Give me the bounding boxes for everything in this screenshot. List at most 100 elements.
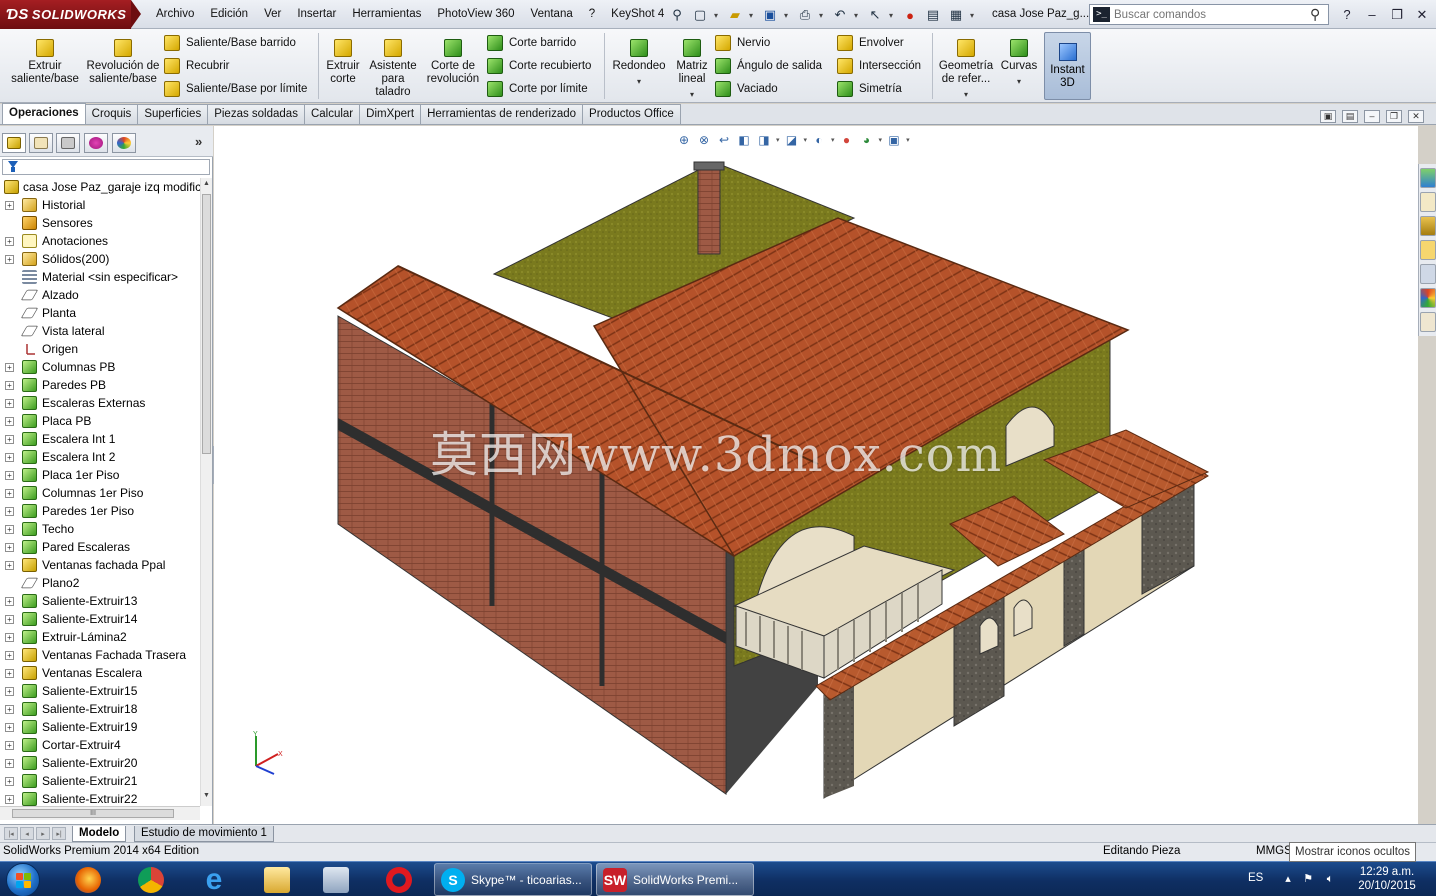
expand-icon[interactable]: + [5, 525, 14, 534]
view-orientation-icon[interactable]: ◨ [756, 132, 772, 148]
revolve-cut-button[interactable]: Corte de revolución [424, 33, 482, 86]
tree-node[interactable]: + Escalera Int 2 [0, 448, 200, 466]
tree-horizontal-scrollbar[interactable]: III [0, 806, 200, 820]
dimxpert-manager-tab[interactable] [84, 133, 108, 153]
solidworks-logo[interactable]: ƊS SOLIDWORKS [0, 0, 131, 29]
expand-icon[interactable]: + [5, 435, 14, 444]
doc-close-icon[interactable]: ✕ [1408, 110, 1424, 123]
expand-icon[interactable]: + [5, 255, 14, 264]
tile-icon[interactable]: ▣ [1320, 110, 1336, 123]
show-hidden-icons-icon[interactable]: ▴ [1280, 872, 1296, 886]
reference-dropdown-icon[interactable]: ▾ [936, 88, 996, 101]
tree-node[interactable]: + Placa PB [0, 412, 200, 430]
scroll-up-icon[interactable]: ▲ [203, 180, 210, 187]
tree-node[interactable]: + Saliente-Extruir15 [0, 682, 200, 700]
scroll-thumb[interactable] [202, 194, 211, 454]
expand-icon[interactable]: + [5, 543, 14, 552]
file-explorer-icon[interactable] [253, 864, 301, 896]
scroll-down-icon[interactable]: ▼ [203, 792, 210, 799]
menu-ventana[interactable]: Ventana [523, 0, 581, 29]
expand-icon[interactable]: + [5, 381, 14, 390]
pattern-dropdown-icon[interactable]: ▾ [672, 88, 712, 101]
expand-icon[interactable]: + [5, 777, 14, 786]
view-settings-icon[interactable]: ▣ [886, 132, 902, 148]
tree-filter[interactable] [2, 159, 210, 175]
select-arrow-icon[interactable]: ↖ [866, 6, 884, 24]
display-style-icon[interactable]: ◪ [784, 132, 800, 148]
zoom-to-area-icon[interactable]: ⊗ [696, 132, 712, 148]
expand-icon[interactable]: + [5, 759, 14, 768]
save-dropdown-icon[interactable]: ▾ [784, 11, 791, 20]
tree-node[interactable]: + Pared Escaleras [0, 538, 200, 556]
curves-dropdown-icon[interactable]: ▾ [998, 75, 1040, 88]
expand-icon[interactable]: + [5, 615, 14, 624]
status-units[interactable]: MMGS [1256, 845, 1292, 857]
swept-cut-button[interactable]: Corte barrido [487, 33, 576, 53]
loft-button[interactable]: Recubrir [164, 56, 229, 76]
undo-icon[interactable]: ↶ [831, 6, 849, 24]
search-input[interactable] [1114, 8, 1310, 21]
intersect-button[interactable]: Intersección [837, 56, 921, 76]
action-center-icon[interactable]: ⚑ [1300, 872, 1316, 886]
expand-icon[interactable]: + [5, 489, 14, 498]
tree-node[interactable]: + Anotaciones [0, 232, 200, 250]
tab-calcular[interactable]: Calcular [303, 104, 361, 124]
configuration-manager-tab[interactable] [56, 133, 80, 153]
help-icon[interactable]: ? [1336, 6, 1358, 24]
expand-panel-icon[interactable]: » [195, 134, 202, 149]
last-tab-icon[interactable]: ▸| [52, 827, 66, 840]
expand-icon[interactable]: + [5, 417, 14, 426]
clock[interactable]: 12:29 a.m. 20/10/2015 [1352, 865, 1422, 893]
home-tab-icon[interactable] [1420, 192, 1436, 212]
select-dropdown-icon[interactable]: ▾ [889, 11, 896, 20]
boundary-cut-button[interactable]: Corte por límite [487, 79, 588, 99]
firefox-icon[interactable] [64, 864, 112, 896]
tree-node[interactable]: + Saliente-Extruir19 [0, 718, 200, 736]
apply-scene-icon[interactable]: ◕ [859, 132, 875, 148]
expand-icon[interactable]: + [5, 723, 14, 732]
edit-appearance-icon[interactable]: ● [839, 132, 855, 148]
print-icon[interactable]: ⎙ [796, 6, 814, 24]
tab-operaciones[interactable]: Operaciones [2, 103, 86, 124]
taskbar-solidworks[interactable]: SW SolidWorks Premi... [596, 863, 754, 896]
reference-geometry-button[interactable]: Geometría de refer... ▾ [936, 33, 996, 101]
mirror-button[interactable]: Simetría [837, 79, 902, 99]
tree-node[interactable]: + Escaleras Externas [0, 394, 200, 412]
property-manager-tab[interactable] [29, 133, 53, 153]
expand-icon[interactable]: + [5, 633, 14, 642]
design-library-tab[interactable] [1420, 216, 1436, 236]
tree-node[interactable]: + Saliente-Extruir14 [0, 610, 200, 628]
expand-icon[interactable]: + [5, 561, 14, 570]
draft-button[interactable]: Ángulo de salida [715, 56, 822, 76]
solidworks-resources-tab[interactable] [1420, 168, 1436, 188]
start-button[interactable] [6, 863, 40, 896]
command-search[interactable]: >_ ⚲ [1089, 4, 1329, 25]
tree-node[interactable]: + Saliente-Extruir18 [0, 700, 200, 718]
tree-node[interactable]: Plano2 [0, 574, 200, 592]
open-dropdown-icon[interactable]: ▾ [749, 11, 756, 20]
section-view-icon[interactable]: ◧ [736, 132, 752, 148]
wrap-button[interactable]: Envolver [837, 33, 904, 53]
chrome-icon[interactable] [127, 864, 175, 896]
display-manager-tab[interactable] [112, 133, 136, 153]
appearances-tab[interactable] [1420, 288, 1436, 308]
tab-modelo[interactable]: Modelo [72, 826, 127, 842]
linear-pattern-button[interactable]: Matriz lineal ▾ [672, 33, 712, 101]
tree-node[interactable]: + Saliente-Extruir20 [0, 754, 200, 772]
rib-button[interactable]: Nervio [715, 33, 770, 53]
open-folder-icon[interactable]: ▰ [726, 6, 744, 24]
tree-node[interactable]: + Techo [0, 520, 200, 538]
custom-properties-tab[interactable] [1420, 312, 1436, 332]
tree-node[interactable]: + Saliente-Extruir21 [0, 772, 200, 790]
expand-icon[interactable]: + [5, 237, 14, 246]
menu-herramientas[interactable]: Herramientas [344, 0, 429, 29]
tree-node[interactable]: + Escalera Int 1 [0, 430, 200, 448]
prev-tab-icon[interactable]: ◂ [20, 827, 34, 840]
tree-node[interactable]: Vista lateral [0, 322, 200, 340]
tree-node[interactable]: Sensores [0, 214, 200, 232]
tree-node[interactable]: Alzado [0, 286, 200, 304]
fillet-dropdown-icon[interactable]: ▾ [608, 75, 670, 88]
fillet-button[interactable]: Redondeo ▾ [608, 33, 670, 88]
options-dropdown-icon[interactable]: ▾ [970, 11, 977, 20]
expand-icon[interactable]: + [5, 453, 14, 462]
